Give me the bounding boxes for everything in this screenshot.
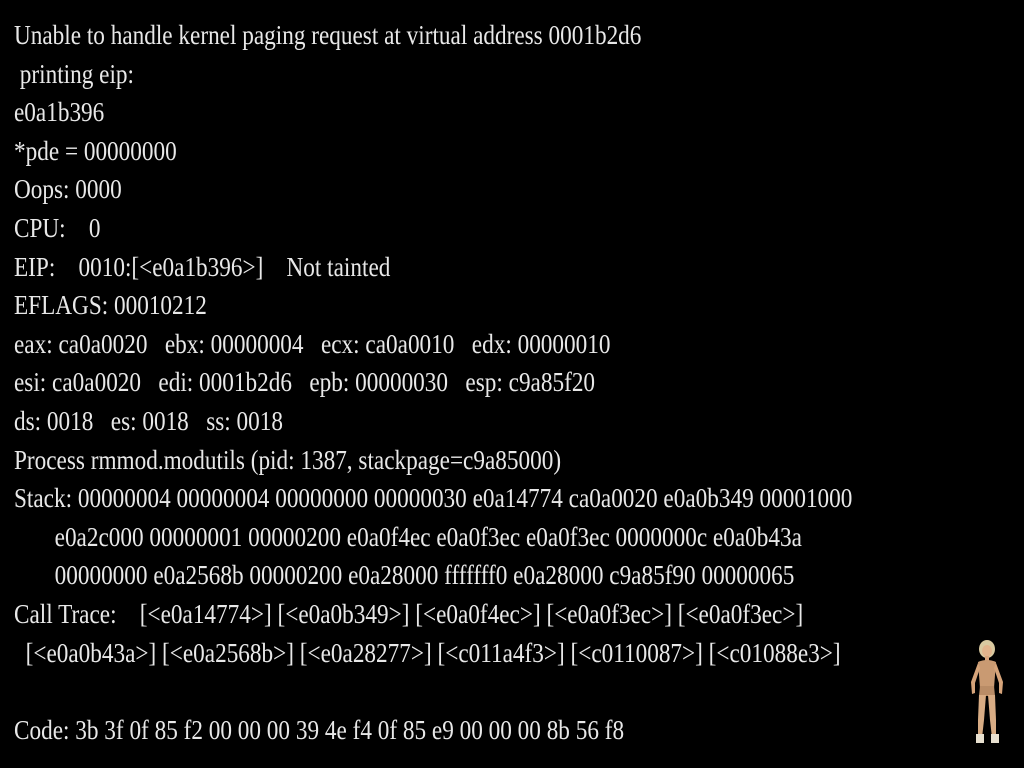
call-trace-line-1: Call Trace: [<e0a14774>] [<e0a0b349>] [<… bbox=[14, 598, 804, 629]
pde-line: *pde = 00000000 bbox=[14, 135, 177, 166]
console-output: Unable to handle kernel paging request a… bbox=[14, 16, 989, 749]
eip-line: EIP: 0010:[<e0a1b396>] Not tainted bbox=[14, 251, 391, 282]
stack-line-1: Stack: 00000004 00000004 00000000 000000… bbox=[14, 483, 853, 514]
call-trace-line-2: [<e0a0b43a>] [<e0a2568b>] [<e0a28277>] [… bbox=[14, 637, 841, 668]
segment-register-line: ds: 0018 es: 0018 ss: 0018 bbox=[14, 405, 283, 436]
process-line: Process rmmod.modutils (pid: 1387, stack… bbox=[14, 444, 562, 475]
oops-line: Oops: 0000 bbox=[14, 174, 122, 205]
eip-value-line: e0a1b396 bbox=[14, 97, 105, 128]
standing-person-figure-icon bbox=[962, 638, 1012, 744]
printing-eip-line: printing eip: bbox=[14, 58, 134, 89]
eflags-line: EFLAGS: 00010212 bbox=[14, 290, 207, 321]
cpu-line: CPU: 0 bbox=[14, 212, 101, 243]
error-line: Unable to handle kernel paging request a… bbox=[14, 20, 642, 50]
code-line: Code: 3b 3f 0f 85 f2 00 00 00 39 4e f4 0… bbox=[14, 714, 625, 745]
stack-line-2: e0a2c000 00000001 00000200 e0a0f4ec e0a0… bbox=[14, 521, 802, 552]
register-line-1: eax: ca0a0020 ebx: 00000004 ecx: ca0a001… bbox=[14, 328, 611, 359]
kernel-oops-console: Unable to handle kernel paging request a… bbox=[0, 0, 1024, 768]
stack-line-3: 00000000 e0a2568b 00000200 e0a28000 ffff… bbox=[14, 560, 795, 591]
register-line-2: esi: ca0a0020 edi: 0001b2d6 epb: 0000003… bbox=[14, 367, 596, 398]
